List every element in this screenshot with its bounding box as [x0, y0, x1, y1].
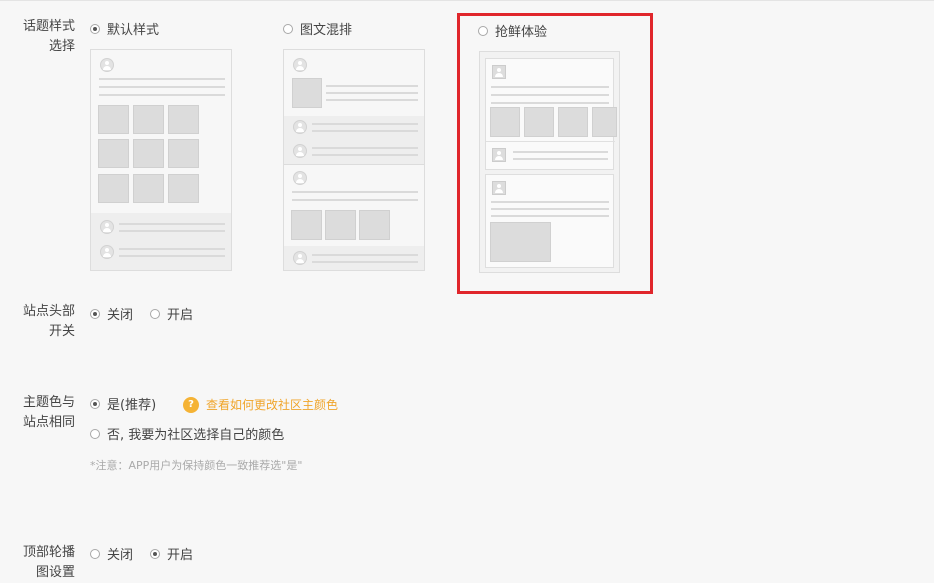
text-line: [312, 147, 418, 149]
image-placeholder: [168, 139, 199, 168]
top-divider: [0, 0, 934, 1]
radio-button[interactable]: [90, 398, 100, 409]
question-icon: ?: [183, 396, 199, 413]
radio-header-on[interactable]: 开启: [150, 304, 193, 323]
help-link-text: 查看如何更改社区主颜色: [206, 398, 339, 412]
avatar-icon: [293, 171, 307, 185]
image-placeholder: [359, 210, 390, 240]
theme-color-label: 主题色与站点相同: [13, 393, 75, 433]
text-line: [119, 223, 225, 225]
mixed-style-preview[interactable]: [283, 49, 425, 271]
radio-label: 默认样式: [107, 23, 160, 38]
radio-label: 关闭: [107, 548, 134, 563]
radio-default-style[interactable]: 默认样式: [90, 19, 159, 38]
radio-label: 否, 我要为社区选择自己的颜色: [107, 428, 285, 443]
radio-carousel-off[interactable]: 关闭: [90, 544, 133, 563]
image-placeholder: [133, 174, 164, 203]
radio-button[interactable]: [283, 23, 293, 34]
text-line: [326, 92, 418, 94]
app-color-note: *注意：APP用户为保持颜色一致推荐选"是": [90, 459, 303, 472]
topic-style-label-text: 话题样式选择: [22, 19, 75, 54]
image-placeholder: [98, 174, 129, 203]
avatar-icon: [293, 58, 307, 72]
radio-theme-custom[interactable]: 否, 我要为社区选择自己的颜色: [90, 424, 284, 443]
default-style-preview[interactable]: [90, 49, 232, 271]
text-line: [312, 154, 418, 156]
text-line: [99, 86, 225, 88]
avatar-icon: [293, 144, 307, 158]
text-line: [292, 191, 418, 193]
avatar-icon: [100, 58, 114, 72]
radio-label: 关闭: [107, 308, 134, 323]
site-header-label-text: 站点头部开关: [22, 304, 75, 339]
image-placeholder: [291, 210, 322, 240]
radio-button[interactable]: [90, 428, 100, 439]
change-color-help-link[interactable]: ? 查看如何更改社区主颜色: [183, 396, 338, 413]
radio-header-off[interactable]: 关闭: [90, 304, 133, 323]
radio-label: 是(推荐): [107, 398, 157, 413]
text-line: [99, 94, 225, 96]
text-line: [312, 123, 418, 125]
avatar-icon: [100, 245, 114, 259]
radio-theme-same[interactable]: 是(推荐): [90, 394, 156, 413]
text-line: [119, 248, 225, 250]
radio-button[interactable]: [150, 308, 160, 319]
radio-mixed-style[interactable]: 图文混排: [283, 19, 352, 38]
radio-label: 开启: [167, 308, 194, 323]
radio-button[interactable]: [90, 548, 100, 559]
radio-carousel-on[interactable]: 开启: [150, 544, 193, 563]
divider: [284, 164, 424, 165]
avatar-icon: [293, 251, 307, 265]
radio-label: 开启: [167, 548, 194, 563]
radio-label: 图文混排: [300, 23, 353, 38]
image-placeholder: [133, 139, 164, 168]
image-placeholder: [292, 78, 322, 108]
radio-button[interactable]: [90, 23, 100, 34]
text-line: [326, 85, 418, 87]
text-line: [99, 78, 225, 80]
site-header-label: 站点头部开关: [13, 302, 75, 342]
avatar-icon: [100, 220, 114, 234]
radio-button[interactable]: [90, 308, 100, 319]
avatar-icon: [293, 120, 307, 134]
text-line: [312, 254, 418, 256]
topic-style-label: 话题样式选择: [13, 17, 75, 57]
text-line: [312, 130, 418, 132]
highlight-box: [457, 13, 653, 294]
image-placeholder: [168, 174, 199, 203]
text-line: [312, 261, 418, 263]
image-placeholder: [133, 105, 164, 134]
top-carousel-label-text: 顶部轮播图设置: [22, 545, 75, 580]
top-carousel-label: 顶部轮播图设置: [13, 543, 75, 583]
image-placeholder: [325, 210, 356, 240]
text-line: [292, 199, 418, 201]
image-placeholder: [98, 139, 129, 168]
text-line: [119, 255, 225, 257]
image-placeholder: [98, 105, 129, 134]
image-placeholder: [168, 105, 199, 134]
radio-button[interactable]: [150, 548, 160, 559]
text-line: [326, 99, 418, 101]
theme-color-label-text: 主题色与站点相同: [22, 395, 75, 430]
text-line: [119, 230, 225, 232]
